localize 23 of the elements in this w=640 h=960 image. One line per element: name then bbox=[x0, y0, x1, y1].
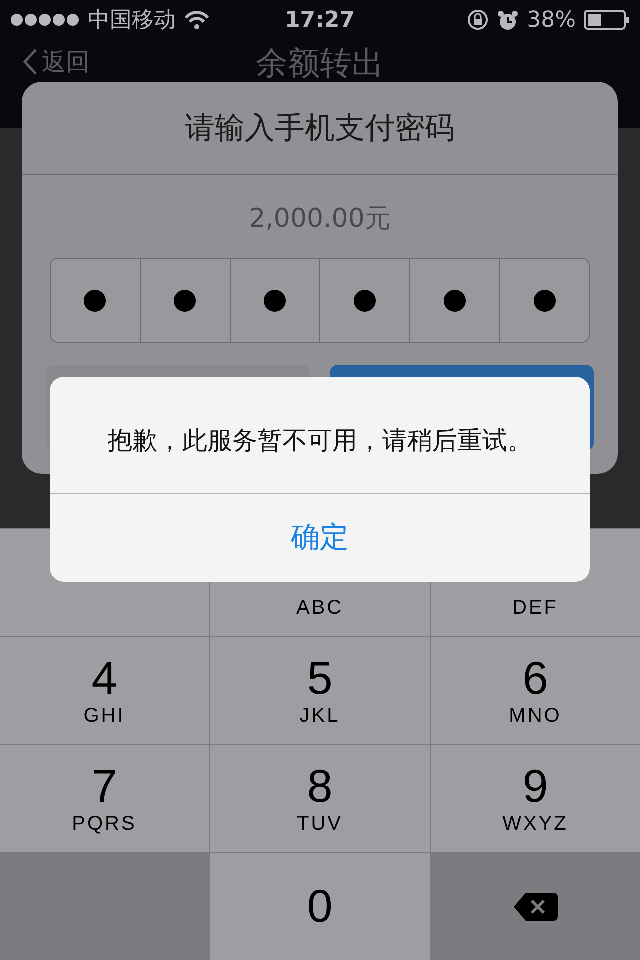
amount-text: 2,000.00元 bbox=[249, 203, 391, 236]
page-title: 余额转出 bbox=[256, 43, 384, 84]
number-key[interactable]: 9 WXYZ bbox=[431, 745, 640, 852]
carrier-name: 中国移动 bbox=[88, 7, 176, 35]
number-key[interactable]: 5 JKL bbox=[210, 637, 430, 744]
number-key[interactable]: 7 PQRS bbox=[0, 745, 209, 852]
battery-percent: 38% bbox=[527, 8, 576, 32]
number-key[interactable]: 6 MNO bbox=[431, 637, 640, 744]
ok-button[interactable]: 确定 bbox=[50, 493, 590, 582]
clock-time: 17:27 bbox=[284, 8, 356, 32]
number-key[interactable]: 8 TUV bbox=[210, 745, 430, 852]
backspace-icon bbox=[512, 890, 560, 922]
signal-icon bbox=[10, 12, 80, 28]
wifi-icon bbox=[184, 10, 210, 30]
battery-icon bbox=[584, 10, 630, 30]
number-key[interactable]: 0 bbox=[210, 853, 430, 960]
alert-message: 抱歉，此服务暂不可用，请稍后重试。 bbox=[108, 424, 532, 456]
alarm-icon bbox=[497, 10, 520, 30]
number-key[interactable]: 4 GHI bbox=[0, 637, 209, 744]
rotation-lock-icon bbox=[467, 9, 490, 31]
password-field[interactable] bbox=[50, 258, 590, 343]
dialog-title: 请输入手机支付密码 bbox=[185, 110, 455, 148]
back-chevron-icon bbox=[22, 48, 38, 76]
